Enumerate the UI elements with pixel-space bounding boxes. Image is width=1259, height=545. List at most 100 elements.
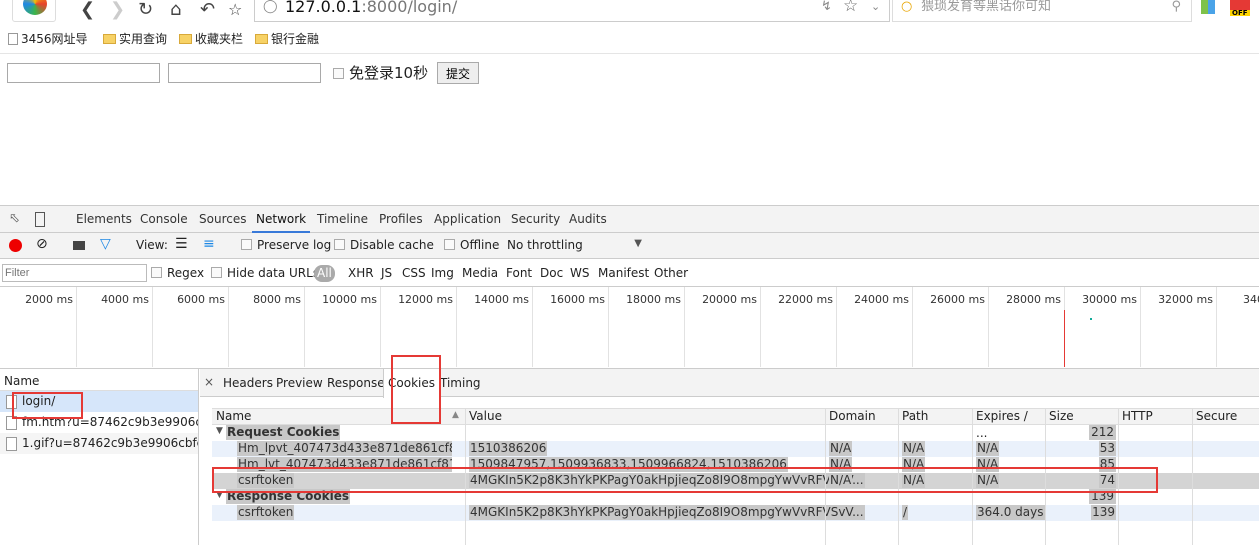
tab-audits[interactable]: Audits	[565, 206, 611, 233]
regex-checkbox[interactable]: Regex	[151, 266, 204, 280]
request-row[interactable]: 1.gif?u=87462c9b3e9906cbfe8...	[0, 433, 198, 454]
column-header-1[interactable]: Value	[469, 408, 821, 425]
filter-type-img[interactable]: Img	[428, 265, 457, 282]
filter-type-xhr[interactable]: XHR	[345, 265, 377, 282]
username-input[interactable]	[7, 63, 160, 83]
tab-profiles[interactable]: Profiles	[375, 206, 427, 233]
filter-bar: Regex Hide data URLs All XHRJSCSSImgMedia…	[0, 260, 1259, 287]
capture-screenshots-icon[interactable]	[73, 241, 85, 250]
timeline-tick-label: 18000 ms	[626, 293, 681, 306]
device-icon[interactable]	[35, 212, 45, 227]
hide-data-urls-checkbox[interactable]: Hide data URLs	[211, 266, 319, 280]
detail-tabbar: × Headers Preview Response Cookies Timing	[200, 369, 1259, 398]
column-header-2[interactable]: Domain	[829, 408, 894, 425]
column-header-6[interactable]: HTTP	[1122, 408, 1188, 425]
remember-checkbox[interactable]: 免登录10秒	[333, 63, 428, 83]
cookie-value: 1510386206	[469, 441, 548, 456]
lightning-icon[interactable]: ↯	[821, 0, 832, 18]
submit-button[interactable]: 提交	[437, 62, 479, 84]
tab-sources[interactable]: Sources	[195, 206, 250, 233]
triangle-down-icon[interactable]: ▼	[216, 426, 223, 436]
filter-type-other[interactable]: Other	[651, 265, 691, 282]
filter-type-all[interactable]: All	[314, 265, 335, 282]
timeline-tick-label: 12000 ms	[398, 293, 453, 306]
tab-security[interactable]: Security	[507, 206, 564, 233]
offline-checkbox[interactable]: Offline	[444, 238, 499, 252]
apps-icon[interactable]	[1201, 0, 1215, 14]
detail-tab-headers[interactable]: Headers	[219, 369, 277, 397]
detail-tab-timing[interactable]: Timing	[436, 369, 485, 397]
tab-timeline[interactable]: Timeline	[313, 206, 372, 233]
home-icon[interactable]: ⌂	[170, 0, 181, 20]
address-bar[interactable]: ◯ 127.0.0.1:8000/login/ ↯ ☆ ⌄	[254, 0, 890, 22]
filter-type-font[interactable]: Font	[503, 265, 535, 282]
cookie-name: csrftoken	[237, 505, 295, 520]
detail-tab-response[interactable]: Response	[323, 369, 389, 397]
checkbox[interactable]	[333, 68, 344, 79]
filter-type-manifest[interactable]: Manifest	[595, 265, 652, 282]
browser-logo[interactable]	[12, 0, 56, 22]
cookie-size: 139	[1091, 505, 1116, 520]
undo-icon[interactable]: ↶	[200, 0, 215, 20]
detail-tab-preview[interactable]: Preview	[272, 369, 327, 397]
dropdown-arrow-icon: ▼	[634, 238, 642, 249]
search-input[interactable]: ○ 猥琐发育等黑话你可知 ⚲	[892, 0, 1192, 22]
chevron-down-icon[interactable]: ⌄	[871, 0, 880, 18]
bookmark-star-icon[interactable]: ☆	[228, 0, 242, 20]
tab-network[interactable]: Network	[252, 206, 311, 233]
favorite-star-icon[interactable]: ☆	[843, 0, 858, 17]
tab-console[interactable]: Console	[136, 206, 192, 233]
timeline-tick-label: 340	[1243, 293, 1259, 306]
cookie-size: 53	[1098, 441, 1116, 456]
filter-icon[interactable]: ▽	[100, 236, 111, 252]
throttling-select[interactable]: No throttling ▼	[507, 238, 642, 252]
close-icon[interactable]: ×	[204, 375, 214, 389]
filter-type-js[interactable]: JS	[378, 265, 395, 282]
password-input[interactable]	[168, 63, 321, 83]
back-icon[interactable]: ❮	[80, 0, 95, 20]
bookmark-label: 3456网址导	[21, 32, 88, 46]
reload-icon[interactable]: ↻	[138, 0, 153, 20]
inspect-icon[interactable]: ⬁	[9, 211, 20, 226]
name-column-header[interactable]: Name	[0, 369, 198, 391]
column-header-4[interactable]: Expires / ...	[976, 408, 1041, 440]
bookmark-folder[interactable]: 银行金融	[255, 28, 319, 50]
record-icon[interactable]	[9, 239, 22, 252]
sort-ascending-icon[interactable]: ▲	[452, 410, 459, 420]
column-header-7[interactable]: Secure	[1196, 408, 1255, 425]
disable-cache-checkbox[interactable]: Disable cache	[334, 238, 434, 252]
preserve-log-checkbox[interactable]: Preserve log	[241, 238, 331, 252]
search-icon[interactable]: ⚲	[1171, 0, 1181, 18]
clear-icon[interactable]: ⊘	[36, 236, 48, 252]
waterfall-view-icon[interactable]: ≡	[203, 236, 215, 252]
timeline-tick-label: 26000 ms	[930, 293, 985, 306]
column-header-3[interactable]: Path	[902, 408, 968, 425]
filter-type-doc[interactable]: Doc	[537, 265, 566, 282]
filter-type-ws[interactable]: WS	[567, 265, 592, 282]
folder-icon	[255, 34, 268, 44]
request-name[interactable]: 1.gif?u=87462c9b3e9906cbfe8...	[22, 436, 198, 450]
filter-input[interactable]	[2, 264, 147, 282]
cookie-domain: N/A	[829, 441, 853, 456]
browser-toolbar: ❮ ❯ ↻ ⌂ ↶ ☆ ◯ 127.0.0.1:8000/login/ ↯ ☆ ⌄…	[0, 0, 1259, 26]
forward-icon[interactable]: ❯	[110, 0, 125, 20]
list-view-icon[interactable]: ☰	[175, 236, 188, 252]
search-engine-icon: ○	[901, 0, 913, 14]
filter-type-media[interactable]: Media	[459, 265, 501, 282]
bookmark-label: 实用查询	[119, 32, 168, 46]
divider	[0, 53, 1259, 54]
load-marker	[1064, 310, 1065, 367]
bookmark-folder[interactable]: 收藏夹栏	[179, 28, 243, 50]
cookie-path: N/A	[902, 441, 926, 456]
bookmark-3456[interactable]: 3456网址导	[8, 28, 88, 50]
tab-elements[interactable]: Elements	[72, 206, 136, 233]
bookmark-label: 银行金融	[271, 32, 320, 46]
filter-type-css[interactable]: CSS	[399, 265, 429, 282]
tab-application[interactable]: Application	[430, 206, 505, 233]
bookmark-folder[interactable]: 实用查询	[103, 28, 167, 50]
column-header-5[interactable]: Size	[1049, 408, 1114, 425]
timeline-tick-label: 28000 ms	[1006, 293, 1061, 306]
view-label: View:	[136, 238, 168, 252]
page-icon	[8, 33, 18, 45]
timeline-tick-label: 22000 ms	[778, 293, 833, 306]
